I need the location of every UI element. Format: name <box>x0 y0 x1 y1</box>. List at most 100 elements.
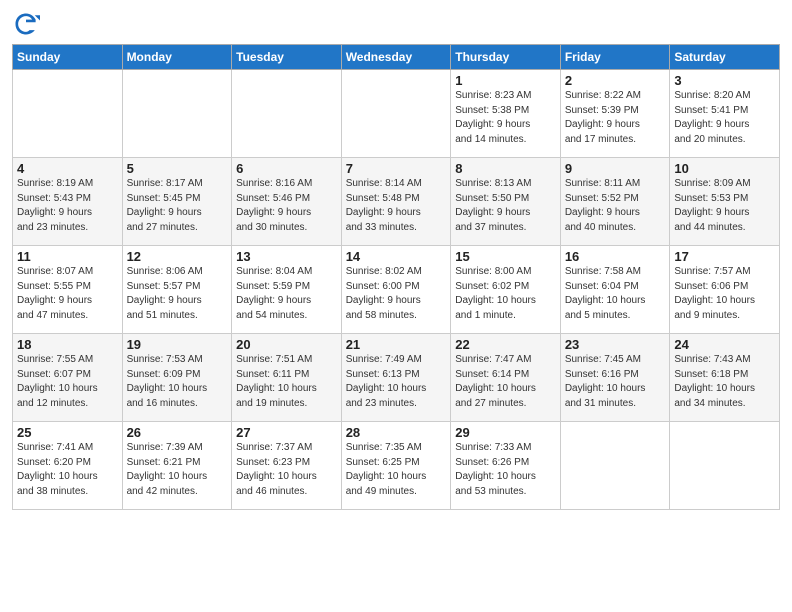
calendar-header-monday: Monday <box>122 45 232 70</box>
calendar-cell: 14Sunrise: 8:02 AMSunset: 6:00 PMDayligh… <box>341 246 451 334</box>
calendar-cell: 4Sunrise: 8:19 AMSunset: 5:43 PMDaylight… <box>13 158 123 246</box>
day-info: Sunrise: 8:16 AMSunset: 5:46 PMDaylight:… <box>236 177 337 235</box>
day-info: Sunrise: 8:22 AMSunset: 5:39 PMDaylight:… <box>565 89 666 147</box>
day-number: 19 <box>127 337 228 352</box>
day-number: 1 <box>455 73 556 88</box>
calendar-cell: 13Sunrise: 8:04 AMSunset: 5:59 PMDayligh… <box>232 246 342 334</box>
day-info: Sunrise: 8:20 AMSunset: 5:41 PMDaylight:… <box>674 89 775 147</box>
calendar-cell: 9Sunrise: 8:11 AMSunset: 5:52 PMDaylight… <box>560 158 670 246</box>
day-number: 16 <box>565 249 666 264</box>
day-info: Sunrise: 7:58 AMSunset: 6:04 PMDaylight:… <box>565 265 666 323</box>
calendar-cell: 29Sunrise: 7:33 AMSunset: 6:26 PMDayligh… <box>451 422 561 510</box>
calendar-header-friday: Friday <box>560 45 670 70</box>
calendar-cell: 3Sunrise: 8:20 AMSunset: 5:41 PMDaylight… <box>670 70 780 158</box>
day-info: Sunrise: 8:00 AMSunset: 6:02 PMDaylight:… <box>455 265 556 323</box>
day-info: Sunrise: 7:43 AMSunset: 6:18 PMDaylight:… <box>674 353 775 411</box>
calendar-cell: 19Sunrise: 7:53 AMSunset: 6:09 PMDayligh… <box>122 334 232 422</box>
day-number: 10 <box>674 161 775 176</box>
day-number: 28 <box>346 425 447 440</box>
calendar-cell <box>122 70 232 158</box>
calendar-cell <box>560 422 670 510</box>
calendar-cell: 21Sunrise: 7:49 AMSunset: 6:13 PMDayligh… <box>341 334 451 422</box>
day-info: Sunrise: 7:53 AMSunset: 6:09 PMDaylight:… <box>127 353 228 411</box>
calendar-cell: 16Sunrise: 7:58 AMSunset: 6:04 PMDayligh… <box>560 246 670 334</box>
day-number: 25 <box>17 425 118 440</box>
calendar-header-thursday: Thursday <box>451 45 561 70</box>
day-info: Sunrise: 8:04 AMSunset: 5:59 PMDaylight:… <box>236 265 337 323</box>
day-info: Sunrise: 8:07 AMSunset: 5:55 PMDaylight:… <box>17 265 118 323</box>
calendar-cell: 11Sunrise: 8:07 AMSunset: 5:55 PMDayligh… <box>13 246 123 334</box>
calendar-table: SundayMondayTuesdayWednesdayThursdayFrid… <box>12 44 780 510</box>
day-number: 3 <box>674 73 775 88</box>
logo-icon <box>12 10 40 38</box>
calendar-cell: 15Sunrise: 8:00 AMSunset: 6:02 PMDayligh… <box>451 246 561 334</box>
day-info: Sunrise: 7:33 AMSunset: 6:26 PMDaylight:… <box>455 441 556 499</box>
calendar-cell <box>13 70 123 158</box>
day-info: Sunrise: 7:39 AMSunset: 6:21 PMDaylight:… <box>127 441 228 499</box>
day-number: 5 <box>127 161 228 176</box>
calendar-cell: 8Sunrise: 8:13 AMSunset: 5:50 PMDaylight… <box>451 158 561 246</box>
day-number: 6 <box>236 161 337 176</box>
calendar-cell: 23Sunrise: 7:45 AMSunset: 6:16 PMDayligh… <box>560 334 670 422</box>
calendar-cell <box>341 70 451 158</box>
day-number: 21 <box>346 337 447 352</box>
day-number: 9 <box>565 161 666 176</box>
day-number: 20 <box>236 337 337 352</box>
day-info: Sunrise: 8:09 AMSunset: 5:53 PMDaylight:… <box>674 177 775 235</box>
day-info: Sunrise: 8:02 AMSunset: 6:00 PMDaylight:… <box>346 265 447 323</box>
calendar-cell <box>232 70 342 158</box>
calendar-cell: 22Sunrise: 7:47 AMSunset: 6:14 PMDayligh… <box>451 334 561 422</box>
calendar-header-sunday: Sunday <box>13 45 123 70</box>
day-info: Sunrise: 8:11 AMSunset: 5:52 PMDaylight:… <box>565 177 666 235</box>
calendar-cell: 25Sunrise: 7:41 AMSunset: 6:20 PMDayligh… <box>13 422 123 510</box>
calendar-cell: 17Sunrise: 7:57 AMSunset: 6:06 PMDayligh… <box>670 246 780 334</box>
day-number: 11 <box>17 249 118 264</box>
calendar-cell: 18Sunrise: 7:55 AMSunset: 6:07 PMDayligh… <box>13 334 123 422</box>
calendar-cell: 28Sunrise: 7:35 AMSunset: 6:25 PMDayligh… <box>341 422 451 510</box>
day-number: 27 <box>236 425 337 440</box>
calendar-week-row: 11Sunrise: 8:07 AMSunset: 5:55 PMDayligh… <box>13 246 780 334</box>
day-number: 17 <box>674 249 775 264</box>
calendar-week-row: 1Sunrise: 8:23 AMSunset: 5:38 PMDaylight… <box>13 70 780 158</box>
day-info: Sunrise: 8:23 AMSunset: 5:38 PMDaylight:… <box>455 89 556 147</box>
day-number: 13 <box>236 249 337 264</box>
day-info: Sunrise: 7:45 AMSunset: 6:16 PMDaylight:… <box>565 353 666 411</box>
day-number: 4 <box>17 161 118 176</box>
logo <box>12 10 44 38</box>
calendar-cell: 10Sunrise: 8:09 AMSunset: 5:53 PMDayligh… <box>670 158 780 246</box>
day-info: Sunrise: 8:13 AMSunset: 5:50 PMDaylight:… <box>455 177 556 235</box>
day-number: 7 <box>346 161 447 176</box>
day-info: Sunrise: 7:49 AMSunset: 6:13 PMDaylight:… <box>346 353 447 411</box>
calendar-cell: 26Sunrise: 7:39 AMSunset: 6:21 PMDayligh… <box>122 422 232 510</box>
day-info: Sunrise: 7:51 AMSunset: 6:11 PMDaylight:… <box>236 353 337 411</box>
day-info: Sunrise: 8:14 AMSunset: 5:48 PMDaylight:… <box>346 177 447 235</box>
day-info: Sunrise: 7:41 AMSunset: 6:20 PMDaylight:… <box>17 441 118 499</box>
calendar-cell: 7Sunrise: 8:14 AMSunset: 5:48 PMDaylight… <box>341 158 451 246</box>
day-number: 18 <box>17 337 118 352</box>
page: SundayMondayTuesdayWednesdayThursdayFrid… <box>0 0 792 612</box>
day-number: 22 <box>455 337 556 352</box>
day-number: 8 <box>455 161 556 176</box>
calendar-header-tuesday: Tuesday <box>232 45 342 70</box>
day-info: Sunrise: 8:19 AMSunset: 5:43 PMDaylight:… <box>17 177 118 235</box>
calendar-cell: 12Sunrise: 8:06 AMSunset: 5:57 PMDayligh… <box>122 246 232 334</box>
day-number: 24 <box>674 337 775 352</box>
day-number: 2 <box>565 73 666 88</box>
day-number: 26 <box>127 425 228 440</box>
calendar-header-row: SundayMondayTuesdayWednesdayThursdayFrid… <box>13 45 780 70</box>
day-info: Sunrise: 8:06 AMSunset: 5:57 PMDaylight:… <box>127 265 228 323</box>
header <box>12 10 780 38</box>
day-info: Sunrise: 8:17 AMSunset: 5:45 PMDaylight:… <box>127 177 228 235</box>
day-number: 23 <box>565 337 666 352</box>
calendar-cell: 20Sunrise: 7:51 AMSunset: 6:11 PMDayligh… <box>232 334 342 422</box>
calendar-cell: 24Sunrise: 7:43 AMSunset: 6:18 PMDayligh… <box>670 334 780 422</box>
calendar-header-saturday: Saturday <box>670 45 780 70</box>
day-number: 29 <box>455 425 556 440</box>
day-info: Sunrise: 7:35 AMSunset: 6:25 PMDaylight:… <box>346 441 447 499</box>
day-info: Sunrise: 7:55 AMSunset: 6:07 PMDaylight:… <box>17 353 118 411</box>
calendar-cell <box>670 422 780 510</box>
calendar-header-wednesday: Wednesday <box>341 45 451 70</box>
day-info: Sunrise: 7:47 AMSunset: 6:14 PMDaylight:… <box>455 353 556 411</box>
calendar-week-row: 4Sunrise: 8:19 AMSunset: 5:43 PMDaylight… <box>13 158 780 246</box>
calendar-cell: 1Sunrise: 8:23 AMSunset: 5:38 PMDaylight… <box>451 70 561 158</box>
